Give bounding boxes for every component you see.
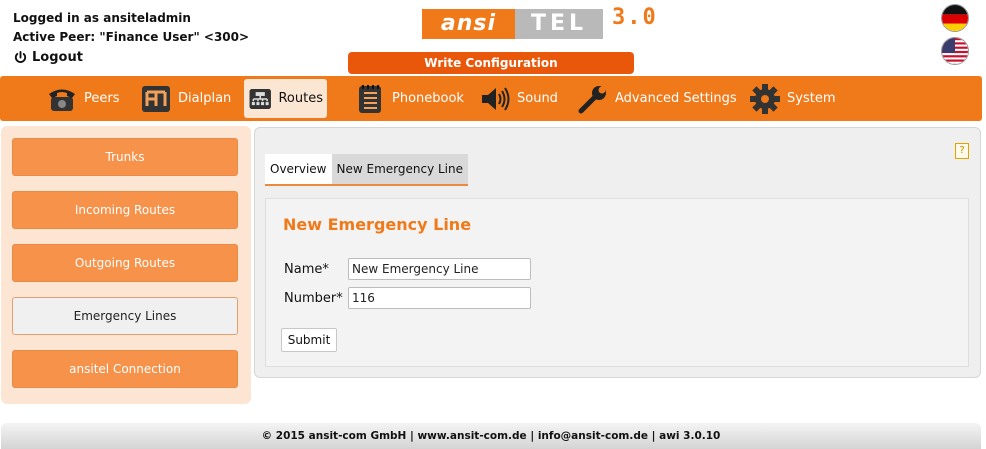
number-label: Number* [284,291,343,306]
logo-part-ansi: ansi [422,9,515,39]
logged-in-text: Logged in as ansiteladmin [13,11,191,25]
nav-item-advanced-settings[interactable]: Advanced Settings [573,79,741,118]
phonebook-icon [359,84,381,113]
routes-icon [249,88,271,109]
name-input[interactable] [348,258,531,280]
nav-item-routes[interactable]: Routes [244,79,327,118]
sidebar-item-emergency-lines[interactable]: Emergency Lines [12,297,238,335]
dialplan-icon [142,85,170,112]
sidebar-item-incoming-routes[interactable]: Incoming Routes [12,191,238,229]
name-label: Name* [284,262,329,277]
write-configuration-button[interactable]: Write Configuration [348,52,634,74]
form-title: New Emergency Line [283,215,472,234]
sidebar-item-trunks[interactable]: Trunks [12,138,238,176]
phone-icon [49,89,75,111]
logout-label: Logout [32,50,83,65]
logout-link[interactable]: Logout [13,48,249,67]
nav-label-advanced-settings: Advanced Settings [615,91,737,106]
number-input[interactable] [348,287,531,309]
nav-item-phonebook[interactable]: Phonebook [350,79,468,118]
tab-bar: Overview New Emergency Line [265,154,468,186]
nav-label-phonebook: Phonebook [392,91,464,106]
nav-item-dialplan[interactable]: Dialplan [136,79,235,118]
nav-label-dialplan: Dialplan [178,91,232,106]
ansitel-logo: ansi TEL 3.0 [422,5,684,41]
german-flag-icon[interactable] [941,4,969,32]
tab-new-emergency-line[interactable]: New Emergency Line [331,154,468,184]
logo-version: 3.0 [612,5,658,30]
sidebar-item-ansitel-connection[interactable]: ansitel Connection [12,350,238,388]
nav-label-routes: Routes [278,91,323,106]
nav-label-peers: Peers [84,91,120,106]
active-peer-text: Active Peer: "Finance User" <300> [13,30,250,44]
submit-button[interactable]: Submit [281,328,337,352]
session-info: Logged in as ansiteladmin Active Peer: "… [13,9,249,67]
nav-item-system[interactable]: System [745,79,839,118]
power-icon [14,50,27,63]
speaker-icon [482,86,510,111]
footer: © 2015 ansit-com GmbH | www.ansit-com.de… [1,423,981,449]
wrench-icon [578,85,606,113]
gear-icon [750,83,780,114]
main-navigation: Peers Dialplan Routes Phonebook Sound Ad… [0,76,982,121]
nav-label-system: System [787,91,836,106]
sidebar-item-outgoing-routes[interactable]: Outgoing Routes [12,244,238,282]
nav-item-sound[interactable]: Sound [475,79,562,118]
logo-part-tel: TEL [515,9,603,39]
nav-label-sound: Sound [517,91,558,106]
help-icon[interactable]: ? [955,143,969,159]
tab-overview[interactable]: Overview [265,154,332,184]
sidebar: Trunks Incoming Routes Outgoing Routes E… [1,126,251,404]
us-flag-icon[interactable] [941,37,969,65]
nav-item-peers[interactable]: Peers [42,79,124,118]
